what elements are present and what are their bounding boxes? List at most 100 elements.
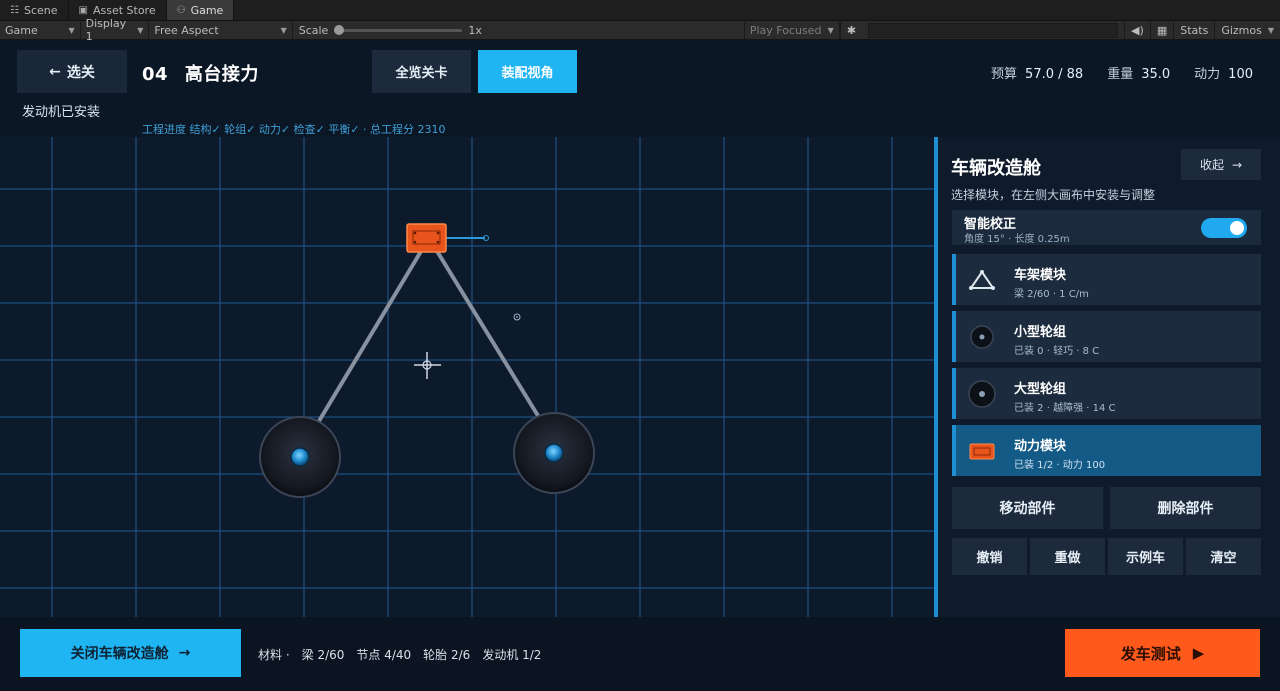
engine-status: 发动机已安装 xyxy=(22,105,101,120)
wheel-right-hub xyxy=(544,443,564,463)
back-to-levels-button[interactable]: ← 选关 xyxy=(17,50,127,93)
assembly-view-button[interactable]: 装配视角 xyxy=(478,50,577,93)
build-canvas-drawing xyxy=(0,137,936,617)
wheel-left-hub xyxy=(290,447,310,467)
bug-icon[interactable]: ✱ xyxy=(839,21,862,39)
module-frame[interactable]: 车架模块 梁 2/60 · 1 C/m xyxy=(952,254,1261,305)
scale-control: Scale 1x xyxy=(293,24,744,37)
module-small-wheel[interactable]: 小型轮组 已装 0 · 轻巧 · 8 C xyxy=(952,311,1261,362)
level-name: 高台接力 xyxy=(184,64,259,85)
keyboard-icon[interactable]: ▦ xyxy=(1149,21,1173,39)
budget-value: 57.0 / 88 xyxy=(1025,67,1084,82)
close-workshop-label: 关闭车辆改造舱 xyxy=(70,646,169,662)
undo-button[interactable]: 撤销 xyxy=(952,538,1027,575)
wheel-left[interactable] xyxy=(259,416,341,498)
smart-correction-row[interactable]: 智能校正 角度 15° · 长度 0.25m xyxy=(952,210,1261,245)
game-toolbar: Game ▼ Display 1 ▼ Free Aspect ▼ Scale 1… xyxy=(0,17,1280,43)
materials-nodes: 节点 4/40 xyxy=(356,648,412,662)
weight-stat: 重量 35.0 xyxy=(1107,63,1170,82)
power-stat: 动力 100 xyxy=(1194,63,1253,82)
scene-icon: ☷ xyxy=(10,4,19,16)
stats-button[interactable]: Stats xyxy=(1173,21,1214,39)
speaker-icon[interactable]: ◀) xyxy=(1124,21,1150,39)
sample-vehicle-button[interactable]: 示例车 xyxy=(1108,538,1183,575)
toolbar-search-field[interactable] xyxy=(868,22,1119,38)
module-engine-name: 动力模块 xyxy=(1014,439,1067,454)
redo-button[interactable]: 重做 xyxy=(1030,538,1105,575)
play-icon: ▶ xyxy=(1192,644,1205,662)
toolbar-right: Play Focused ▼ ✱ ◀) ▦ Stats Gizmos ▼ xyxy=(743,21,1280,40)
back-button-label: 选关 xyxy=(66,64,95,81)
module-engine[interactable]: 动力模块 已装 1/2 · 动力 100 xyxy=(952,425,1261,476)
small-wheel-icon xyxy=(970,325,994,349)
beam-left[interactable] xyxy=(314,241,428,428)
materials-beams: 梁 2/60 xyxy=(301,648,345,662)
smart-correction-toggle[interactable] xyxy=(1201,218,1247,238)
module-small-wheel-detail: 已装 0 · 轻巧 · 8 C xyxy=(1014,346,1100,357)
aspect-dropdown[interactable]: Free Aspect ▼ xyxy=(149,21,293,39)
level-title: 04 高台接力 xyxy=(142,60,259,86)
view-dropdown[interactable]: Game ▼ xyxy=(0,21,81,39)
tab-game-label: Game xyxy=(190,3,224,17)
gizmos-label: Gizmos xyxy=(1221,23,1262,37)
move-part-button[interactable]: 移动部件 xyxy=(952,487,1103,529)
engine-bolt xyxy=(413,240,417,244)
wheel-right[interactable] xyxy=(513,412,595,494)
frame-triangle-icon xyxy=(969,270,995,290)
editor-tab-bar: ☷ Scene ▣ Asset Store ⚇ Game xyxy=(0,0,1280,21)
launch-test-button[interactable]: 发车测试 ▶ xyxy=(1065,629,1260,677)
delete-part-button[interactable]: 删除部件 xyxy=(1110,487,1261,529)
canvas-grid xyxy=(0,137,936,617)
frame-beams xyxy=(314,241,542,428)
engine-module[interactable] xyxy=(406,223,489,253)
power-label: 动力 xyxy=(1194,67,1221,82)
chevron-down-icon: ▼ xyxy=(280,25,287,35)
panel-subtitle: 选择模块，在左侧大画布中安装与调整 xyxy=(951,188,1156,202)
module-large-wheel-name: 大型轮组 xyxy=(1014,382,1067,397)
scale-slider[interactable] xyxy=(334,24,463,35)
power-value: 100 xyxy=(1228,67,1253,82)
module-engine-detail: 已装 1/2 · 动力 100 xyxy=(1014,460,1106,471)
bottom-bar: 关闭车辆改造舱 → 材料 · 梁 2/60 节点 4/40 轮胎 2/6 发动机… xyxy=(0,617,1280,691)
tab-scene-label: Scene xyxy=(23,3,58,17)
build-progress: 工程进度 结构✓ 轮组✓ 动力✓ 检查✓ 平衡✓ · 总工程分 2310 xyxy=(142,123,446,136)
chevron-down-icon: ▼ xyxy=(827,25,834,35)
arrow-right-icon: → xyxy=(178,645,191,661)
close-workshop-button[interactable]: 关闭车辆改造舱 → xyxy=(20,629,241,677)
materials-label: 材料 · xyxy=(258,648,290,662)
arrow-left-icon: ← xyxy=(49,63,61,80)
arrow-right-icon: → xyxy=(1231,157,1243,172)
overview-level-button[interactable]: 全览关卡 xyxy=(372,50,471,93)
materials-tires: 轮胎 2/6 xyxy=(423,648,471,662)
collapse-label: 收起 xyxy=(1199,158,1224,172)
view-dropdown-value: Game xyxy=(5,23,38,37)
engine-icon xyxy=(969,443,995,460)
level-number: 04 xyxy=(142,64,169,85)
beam-right[interactable] xyxy=(430,241,542,421)
tab-game[interactable]: ⚇ Game xyxy=(166,0,235,20)
display-dropdown[interactable]: Display 1 ▼ xyxy=(81,17,150,43)
engine-bolt xyxy=(436,240,440,244)
vehicle-stats: 预算 57.0 / 88 重量 35.0 动力 100 xyxy=(991,63,1253,82)
clear-button[interactable]: 清空 xyxy=(1186,538,1261,575)
module-large-wheel[interactable]: 大型轮组 已装 2 · 越障强 · 14 C xyxy=(952,368,1261,419)
engine-bolt xyxy=(413,231,417,235)
module-large-wheel-detail: 已装 2 · 越障强 · 14 C xyxy=(1014,403,1116,414)
build-canvas[interactable] xyxy=(0,137,936,617)
gizmos-dropdown[interactable]: Gizmos ▼ xyxy=(1214,21,1280,39)
collapse-panel-button[interactable]: 收起 → xyxy=(1181,149,1261,180)
panel-title: 车辆改造舱 xyxy=(951,158,1041,179)
anchor-node-icon[interactable] xyxy=(513,313,521,321)
engine-bolt xyxy=(436,231,440,235)
gamepad-icon: ⚇ xyxy=(176,4,186,16)
scale-slider-knob[interactable] xyxy=(334,24,345,35)
large-wheel-icon xyxy=(968,380,996,408)
tab-scene[interactable]: ☷ Scene xyxy=(0,0,69,20)
weight-value: 35.0 xyxy=(1141,67,1171,82)
budget-label: 预算 xyxy=(991,67,1018,82)
weight-label: 重量 xyxy=(1107,67,1134,82)
chevron-down-icon: ▼ xyxy=(68,25,75,35)
play-mode-dropdown[interactable]: Play Focused ▼ xyxy=(743,21,840,39)
chevron-down-icon: ▼ xyxy=(1267,25,1274,35)
launch-test-label: 发车测试 xyxy=(1120,644,1181,663)
